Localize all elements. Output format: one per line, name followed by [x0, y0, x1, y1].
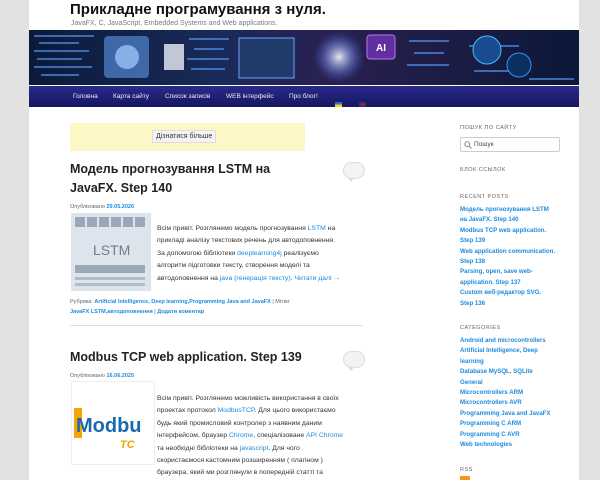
categories-heading: CATEGORIES	[460, 325, 501, 331]
page: Прикладне програмування з нуля. JavaFX, …	[29, 0, 579, 480]
post-excerpt-lstm: Всім привіт. Розглянемо модель прогнозув…	[157, 223, 357, 285]
chrome-link[interactable]: Chrome	[229, 432, 253, 439]
ad-banner[interactable]: Дізнатися більше	[70, 123, 305, 151]
api-chrome-link[interactable]: API Chrome	[306, 432, 343, 439]
rubric-links[interactable]: Artificial Intelligence, Deep learning,P…	[94, 299, 270, 305]
category-item[interactable]: Microcontrollers ARM	[460, 388, 550, 398]
deeplearning4j-link[interactable]: deeplearning4j	[237, 250, 282, 257]
recent-post-item[interactable]: Modbus TCP web application. Step 139	[460, 226, 555, 247]
post-date[interactable]: 16.06.2025	[106, 373, 134, 379]
java-text-generation-link[interactable]: java (генерація тексту)	[220, 275, 291, 282]
post-thumbnail-modbus[interactable]: Modbu TC	[71, 381, 155, 465]
excerpt-line: Всім привіт. Розглянемо можливість викор…	[157, 395, 339, 402]
nav-item-home[interactable]: Головна	[73, 93, 98, 100]
recent-post-item[interactable]: Custom веб-редактор SVG. Step 136	[460, 288, 555, 309]
modbus-logo-text: Modbu	[76, 415, 142, 437]
post-title-line[interactable]: Модель прогнозування LSTM на	[70, 160, 270, 179]
post-meta: Опубліковано 16.06.2025	[70, 373, 134, 379]
post-divider	[70, 325, 363, 326]
meta-prefix: Опубліковано	[70, 204, 105, 210]
excerpt-line: прикладі аналізу текстових речень для ав…	[157, 237, 335, 245]
nav-item-web-interface[interactable]: WEB інтерфейс	[226, 93, 274, 100]
recent-post-item[interactable]: Модель прогнозування LSTM на JavaFX. Step…	[460, 205, 555, 226]
excerpt-line: алгоритм підготовки тексту, створення мо…	[157, 262, 310, 270]
meta-prefix: Опубліковано	[70, 373, 105, 379]
ukraine-flag-icon[interactable]	[335, 94, 342, 107]
svg-text:AI: AI	[376, 43, 386, 54]
rss-heading: RSS	[460, 467, 473, 473]
search-placeholder: Пошук	[474, 141, 494, 148]
search-heading: ПОШУК ПО САЙТУ	[460, 125, 517, 131]
post-title-modbus[interactable]: Modbus TCP web application. Step 139	[70, 348, 302, 367]
nav-item-posts-list[interactable]: Список записів	[165, 93, 210, 100]
recent-post-item[interactable]: Parsing, open, save web-application. Ste…	[460, 267, 555, 288]
tag-links[interactable]: JavaFX LSTM,автодоповнення	[70, 309, 153, 315]
post-date[interactable]: 29.05.2026	[106, 204, 134, 210]
comment-bubble-icon[interactable]	[343, 351, 365, 371]
category-item[interactable]: Programming Java and JavaFX	[460, 409, 550, 419]
rss-icon[interactable]	[460, 476, 470, 480]
category-item[interactable]: Android and microcontrollers	[460, 336, 550, 346]
search-input[interactable]: Пошук	[460, 137, 560, 152]
excerpt-line: та необхідні бібліотеки на javascript. Д…	[157, 444, 300, 452]
categories-list: Android and microcontrollers Artificial …	[460, 336, 550, 450]
category-item[interactable]: General	[460, 378, 550, 388]
excerpt-line: браузера, який ми розглянули в попередні…	[157, 469, 323, 477]
excerpt-line: будь який промисловий контролер з наявни…	[157, 419, 322, 427]
nav-item-about[interactable]: Про блог!	[289, 93, 318, 100]
post-title-lstm[interactable]: Модель прогнозування LSTM на JavaFX. Ste…	[70, 160, 270, 198]
category-item[interactable]: Programming C AVR	[460, 430, 550, 440]
main-nav: Головна Карта сайту Список записів WEB і…	[29, 86, 579, 107]
post-footer-lstm: Рубрика: Artificial Intelligence, Deep l…	[70, 299, 291, 315]
links-heading: БЛОК ССЫЛОК	[460, 167, 506, 173]
excerpt-line: проектах протокол ModbusTCP. Для цього в…	[157, 407, 336, 415]
site-title[interactable]: Прикладне програмування з нуля.	[70, 1, 326, 18]
category-item[interactable]: Artificial Intelligence, Deep learning	[460, 346, 550, 367]
excerpt-line: автодоповнення на java (генерація тексту…	[157, 274, 341, 282]
post-meta: Опубліковано 29.05.2026	[70, 204, 134, 210]
site-description: JavaFX, C, JavaScript, Embedded Systems …	[71, 20, 278, 27]
header-banner-image[interactable]: AI	[29, 30, 579, 85]
category-item[interactable]: Web technologies	[460, 440, 550, 450]
nav-item-sitemap[interactable]: Карта сайту	[113, 93, 149, 100]
svg-text:LSTM: LSTM	[93, 242, 130, 258]
post-title-line[interactable]: JavaFX. Step 140	[70, 179, 270, 198]
category-item[interactable]: Programming C ARM	[460, 419, 550, 429]
read-more-link[interactable]: Читати далі →	[294, 275, 340, 282]
lstm-link[interactable]: LSTM	[308, 225, 326, 232]
search-icon	[464, 141, 472, 149]
add-comment-link[interactable]: Додати коментар	[157, 309, 204, 315]
recent-posts-list: Модель прогнозування LSTM на JavaFX. Step…	[460, 205, 555, 309]
category-item[interactable]: Microcontrollers AVR	[460, 398, 550, 408]
uk-flag-icon[interactable]	[359, 94, 366, 107]
javascript-link[interactable]: javascript	[240, 445, 269, 452]
excerpt-line: інтерфейсом, браузер Chrome, спеціалізов…	[157, 432, 344, 440]
recent-posts-heading: RECENT POSTS	[460, 194, 509, 200]
excerpt-line: скористаємося кастомним розширенням ( пл…	[157, 457, 323, 465]
category-item[interactable]: Database MySQL, SQLite	[460, 367, 550, 377]
post-thumbnail-lstm[interactable]: LSTM	[71, 213, 151, 291]
post-excerpt-modbus: Всім привіт. Розглянемо можливість викор…	[157, 393, 367, 480]
excerpt-line: Всім привіт. Розглянемо модель прогнозув…	[157, 225, 336, 232]
recent-post-item[interactable]: Web application communication. Step 138	[460, 247, 555, 268]
modbus-logo-subtext: TC	[120, 439, 136, 451]
modbustcp-link[interactable]: ModbusTCP	[218, 407, 255, 414]
excerpt-line: За допомогою бібліотеки deeplearning4j р…	[157, 249, 319, 257]
learn-more-button[interactable]: Дізнатися більше	[152, 130, 217, 143]
comment-bubble-icon[interactable]	[343, 162, 365, 182]
